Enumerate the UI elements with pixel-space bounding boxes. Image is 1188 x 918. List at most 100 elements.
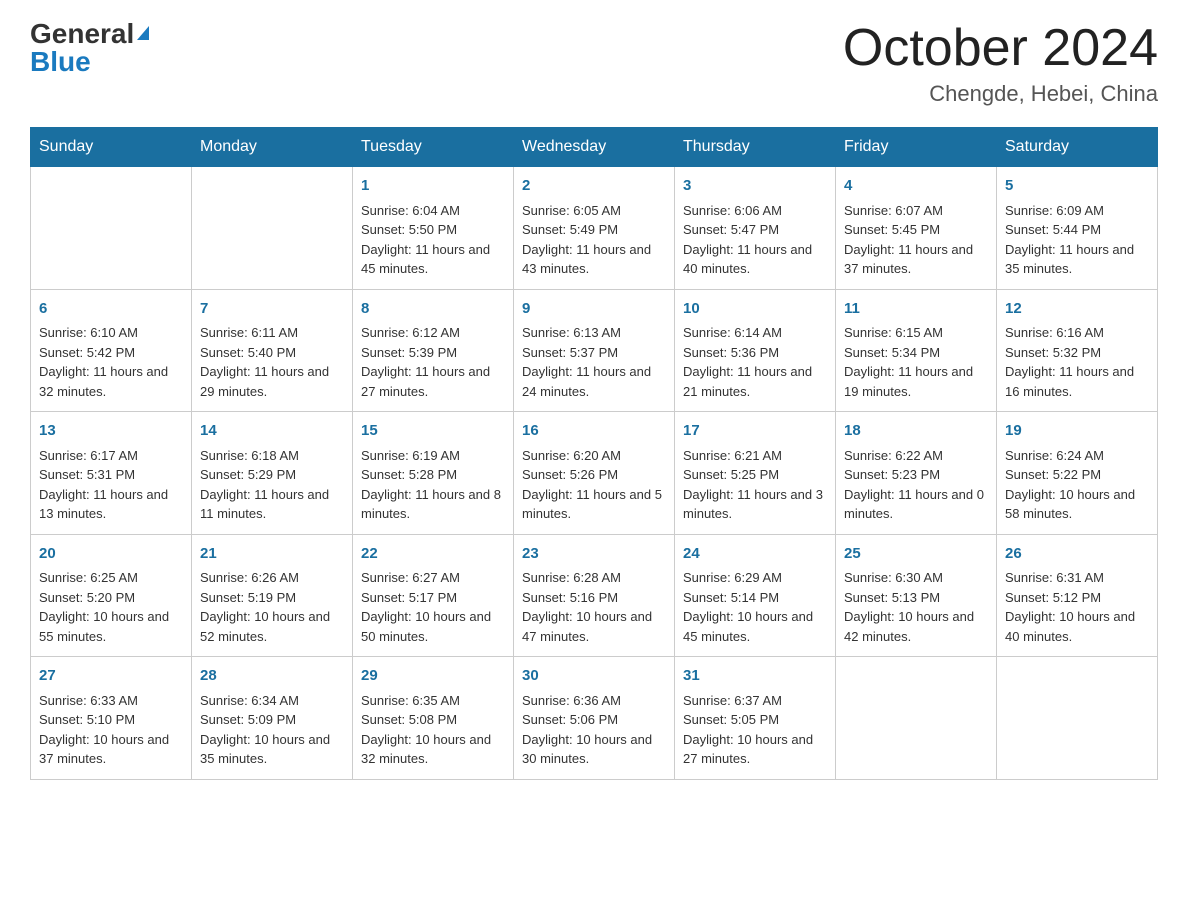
calendar-week-row: 6Sunrise: 6:10 AMSunset: 5:42 PMDaylight… xyxy=(31,289,1158,412)
day-number: 3 xyxy=(683,175,827,198)
day-info: Sunrise: 6:13 AMSunset: 5:37 PMDaylight:… xyxy=(522,323,666,401)
day-info: Sunrise: 6:18 AMSunset: 5:29 PMDaylight:… xyxy=(200,446,344,524)
calendar-cell: 4 Sunrise: 6:07 AMSunset: 5:45 PMDaylight… xyxy=(836,167,997,290)
page-header: General Blue October 2024 Chengde, Hebei… xyxy=(30,20,1158,107)
title-block: October 2024 Chengde, Hebei, China xyxy=(843,20,1158,107)
calendar-cell: 5 Sunrise: 6:09 AMSunset: 5:44 PMDaylight… xyxy=(997,167,1158,290)
calendar-cell: 7Sunrise: 6:11 AMSunset: 5:40 PMDaylight… xyxy=(192,289,353,412)
calendar-cell: 17 Sunrise: 6:21 AMSunset: 5:25 PMDayligh… xyxy=(675,412,836,535)
day-info: Sunrise: 6:30 AMSunset: 5:13 PMDaylight:… xyxy=(844,568,988,646)
calendar-table: SundayMondayTuesdayWednesdayThursdayFrid… xyxy=(30,127,1158,780)
calendar-week-row: 1 Sunrise: 6:04 AMSunset: 5:50 PMDaylight… xyxy=(31,167,1158,290)
day-info: Sunrise: 6:04 AMSunset: 5:50 PMDaylight:… xyxy=(361,201,505,279)
calendar-header-tuesday: Tuesday xyxy=(353,128,514,167)
calendar-cell: 2 Sunrise: 6:05 AMSunset: 5:49 PMDaylight… xyxy=(514,167,675,290)
calendar-cell: 13Sunrise: 6:17 AMSunset: 5:31 PMDayligh… xyxy=(31,412,192,535)
day-info: Sunrise: 6:33 AMSunset: 5:10 PMDaylight:… xyxy=(39,691,183,769)
location-title: Chengde, Hebei, China xyxy=(843,81,1158,107)
day-number: 14 xyxy=(200,420,344,443)
day-number: 9 xyxy=(522,298,666,321)
day-info: Sunrise: 6:34 AMSunset: 5:09 PMDaylight:… xyxy=(200,691,344,769)
month-title: October 2024 xyxy=(843,20,1158,77)
logo-triangle-icon xyxy=(137,26,149,40)
calendar-cell: 26Sunrise: 6:31 AMSunset: 5:12 PMDayligh… xyxy=(997,534,1158,657)
day-info: Sunrise: 6:24 AMSunset: 5:22 PMDaylight:… xyxy=(1005,446,1149,524)
calendar-cell xyxy=(997,657,1158,780)
calendar-cell: 12Sunrise: 6:16 AMSunset: 5:32 PMDayligh… xyxy=(997,289,1158,412)
calendar-cell: 20Sunrise: 6:25 AMSunset: 5:20 PMDayligh… xyxy=(31,534,192,657)
day-info: Sunrise: 6:19 AMSunset: 5:28 PMDaylight:… xyxy=(361,446,505,524)
day-number: 2 xyxy=(522,175,666,198)
calendar-cell: 8Sunrise: 6:12 AMSunset: 5:39 PMDaylight… xyxy=(353,289,514,412)
calendar-cell: 22Sunrise: 6:27 AMSunset: 5:17 PMDayligh… xyxy=(353,534,514,657)
day-info: Sunrise: 6:05 AMSunset: 5:49 PMDaylight:… xyxy=(522,201,666,279)
day-number: 20 xyxy=(39,543,183,566)
calendar-cell xyxy=(192,167,353,290)
day-number: 26 xyxy=(1005,543,1149,566)
day-info: Sunrise: 6:20 AMSunset: 5:26 PMDaylight:… xyxy=(522,446,666,524)
day-number: 30 xyxy=(522,665,666,688)
day-info: Sunrise: 6:35 AMSunset: 5:08 PMDaylight:… xyxy=(361,691,505,769)
day-number: 28 xyxy=(200,665,344,688)
calendar-cell: 6Sunrise: 6:10 AMSunset: 5:42 PMDaylight… xyxy=(31,289,192,412)
calendar-week-row: 20Sunrise: 6:25 AMSunset: 5:20 PMDayligh… xyxy=(31,534,1158,657)
day-number: 23 xyxy=(522,543,666,566)
day-info: Sunrise: 6:15 AMSunset: 5:34 PMDaylight:… xyxy=(844,323,988,401)
calendar-cell: 19Sunrise: 6:24 AMSunset: 5:22 PMDayligh… xyxy=(997,412,1158,535)
calendar-cell: 1 Sunrise: 6:04 AMSunset: 5:50 PMDaylight… xyxy=(353,167,514,290)
day-info: Sunrise: 6:09 AMSunset: 5:44 PMDaylight:… xyxy=(1005,201,1149,279)
day-number: 10 xyxy=(683,298,827,321)
day-info: Sunrise: 6:07 AMSunset: 5:45 PMDaylight:… xyxy=(844,201,988,279)
calendar-cell: 31 Sunrise: 6:37 AMSunset: 5:05 PMDayligh… xyxy=(675,657,836,780)
calendar-cell xyxy=(836,657,997,780)
logo-blue-text: Blue xyxy=(30,48,91,76)
day-number: 17 xyxy=(683,420,827,443)
day-info: Sunrise: 6:25 AMSunset: 5:20 PMDaylight:… xyxy=(39,568,183,646)
day-number: 4 xyxy=(844,175,988,198)
day-number: 5 xyxy=(1005,175,1149,198)
day-number: 16 xyxy=(522,420,666,443)
calendar-cell: 18Sunrise: 6:22 AMSunset: 5:23 PMDayligh… xyxy=(836,412,997,535)
calendar-cell: 25Sunrise: 6:30 AMSunset: 5:13 PMDayligh… xyxy=(836,534,997,657)
day-info: Sunrise: 6:06 AMSunset: 5:47 PMDaylight:… xyxy=(683,201,827,279)
day-number: 12 xyxy=(1005,298,1149,321)
day-number: 1 xyxy=(361,175,505,198)
day-info: Sunrise: 6:12 AMSunset: 5:39 PMDaylight:… xyxy=(361,323,505,401)
day-number: 27 xyxy=(39,665,183,688)
calendar-week-row: 27 Sunrise: 6:33 AMSunset: 5:10 PMDayligh… xyxy=(31,657,1158,780)
day-info: Sunrise: 6:28 AMSunset: 5:16 PMDaylight:… xyxy=(522,568,666,646)
day-info: Sunrise: 6:37 AMSunset: 5:05 PMDaylight:… xyxy=(683,691,827,769)
calendar-cell: 3 Sunrise: 6:06 AMSunset: 5:47 PMDaylight… xyxy=(675,167,836,290)
day-info: Sunrise: 6:27 AMSunset: 5:17 PMDaylight:… xyxy=(361,568,505,646)
day-number: 31 xyxy=(683,665,827,688)
calendar-header-monday: Monday xyxy=(192,128,353,167)
calendar-cell: 27 Sunrise: 6:33 AMSunset: 5:10 PMDayligh… xyxy=(31,657,192,780)
calendar-cell: 21Sunrise: 6:26 AMSunset: 5:19 PMDayligh… xyxy=(192,534,353,657)
day-info: Sunrise: 6:36 AMSunset: 5:06 PMDaylight:… xyxy=(522,691,666,769)
logo-general-text: General xyxy=(30,20,134,48)
calendar-header-thursday: Thursday xyxy=(675,128,836,167)
day-number: 25 xyxy=(844,543,988,566)
day-number: 7 xyxy=(200,298,344,321)
day-info: Sunrise: 6:21 AMSunset: 5:25 PMDaylight:… xyxy=(683,446,827,524)
logo: General Blue xyxy=(30,20,149,76)
day-number: 11 xyxy=(844,298,988,321)
calendar-cell: 16 Sunrise: 6:20 AMSunset: 5:26 PMDayligh… xyxy=(514,412,675,535)
calendar-cell: 23Sunrise: 6:28 AMSunset: 5:16 PMDayligh… xyxy=(514,534,675,657)
calendar-cell: 28 Sunrise: 6:34 AMSunset: 5:09 PMDayligh… xyxy=(192,657,353,780)
day-info: Sunrise: 6:11 AMSunset: 5:40 PMDaylight:… xyxy=(200,323,344,401)
day-number: 29 xyxy=(361,665,505,688)
day-info: Sunrise: 6:22 AMSunset: 5:23 PMDaylight:… xyxy=(844,446,988,524)
day-number: 24 xyxy=(683,543,827,566)
calendar-cell: 9Sunrise: 6:13 AMSunset: 5:37 PMDaylight… xyxy=(514,289,675,412)
day-info: Sunrise: 6:31 AMSunset: 5:12 PMDaylight:… xyxy=(1005,568,1149,646)
calendar-cell: 10Sunrise: 6:14 AMSunset: 5:36 PMDayligh… xyxy=(675,289,836,412)
calendar-header-friday: Friday xyxy=(836,128,997,167)
calendar-header-row: SundayMondayTuesdayWednesdayThursdayFrid… xyxy=(31,128,1158,167)
calendar-cell: 15Sunrise: 6:19 AMSunset: 5:28 PMDayligh… xyxy=(353,412,514,535)
calendar-cell: 11Sunrise: 6:15 AMSunset: 5:34 PMDayligh… xyxy=(836,289,997,412)
day-info: Sunrise: 6:17 AMSunset: 5:31 PMDaylight:… xyxy=(39,446,183,524)
day-info: Sunrise: 6:29 AMSunset: 5:14 PMDaylight:… xyxy=(683,568,827,646)
calendar-header-sunday: Sunday xyxy=(31,128,192,167)
calendar-header-wednesday: Wednesday xyxy=(514,128,675,167)
